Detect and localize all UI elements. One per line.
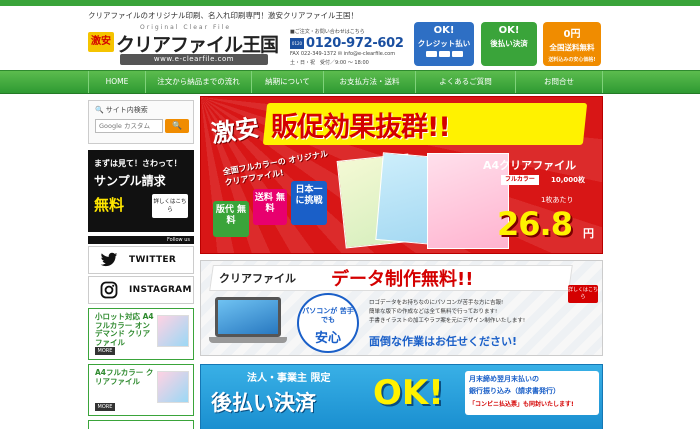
- laptop-base: [209, 337, 287, 343]
- hero-per-unit: 1枚あたり: [541, 196, 574, 204]
- data-title-main: データ制作無料!!: [331, 269, 474, 290]
- promo-a4-title: A4フルカラー クリアファイル: [95, 368, 154, 386]
- site-logo[interactable]: 激安 Original Clear File クリアファイル王国 www.e-c…: [88, 24, 284, 66]
- nav-payment[interactable]: お支払方法・送料: [324, 71, 416, 93]
- visa-card-icon: [425, 51, 437, 57]
- data-leave-it-to-us: 面倒な作業はお任せください!: [369, 335, 518, 348]
- data-line: 簡単な版下の作成などは全て無料で行っております!: [369, 309, 498, 315]
- nav-home[interactable]: HOME: [88, 71, 146, 93]
- postpay-main: 後払い決済: [211, 391, 316, 415]
- credit-ok: OK!: [433, 25, 455, 36]
- fax-email: FAX 022-349-1372 ✉ info@e-clearfile.com: [290, 51, 396, 57]
- reassurance-bubble: パソコンが 苦手でも 安心: [297, 293, 359, 353]
- instagram-link[interactable]: INSTAGRAM: [88, 276, 194, 304]
- instagram-label: INSTAGRAM: [129, 285, 192, 295]
- bubble-text: パソコンが 苦手でも: [302, 307, 354, 324]
- data-description: ロゴデータをお持ちなのにパソコンが苦手な方に吉報! 簡単な版下の作成などは全て無…: [369, 299, 599, 326]
- master-card-icon: [438, 51, 450, 57]
- postpay-corporate: 法人・事業主 限定: [247, 373, 331, 384]
- shipping-note: 送料込みの安心価格!: [548, 57, 596, 63]
- phone-number[interactable]: 0120-972-602: [306, 36, 404, 51]
- main-nav: HOME 注文から納品までの流れ 納期について お支払方法・送料 よくあるご質問…: [0, 70, 700, 94]
- business-hours: 土・日・祝 受付／9:00 ～ 18:00: [290, 60, 369, 66]
- hero-tag-shipping-free: 送料 無料: [253, 189, 287, 225]
- sample-request-banner[interactable]: まずは見て！さわって！ サンプル請求 無料 詳しくはこちら: [88, 150, 194, 232]
- credit-card-badge[interactable]: OK! クレジット払い: [414, 22, 474, 66]
- follow-us-bar: Follow us: [88, 236, 194, 244]
- top-accent-strip: [0, 0, 700, 6]
- postpay-detail-3: 「コンビニ払込票」も同封いたします!: [469, 401, 574, 408]
- hero-quantity: 10,000枚: [551, 176, 586, 184]
- postpay-detail-1: 月末締め翌月末払いの: [469, 375, 539, 383]
- nav-order-flow[interactable]: 注文から納品までの流れ: [146, 71, 252, 93]
- phone-row: 0120 0120-972-602: [290, 36, 404, 51]
- data-title-prefix: クリアファイル: [219, 272, 296, 285]
- free-dial-icon: 0120: [290, 38, 304, 49]
- hero-product-name: A4クリアファイル: [483, 159, 577, 172]
- postpay-detail-2: 銀行振り込み（請求書発行）: [469, 387, 560, 395]
- sample-line2: サンプル請求: [94, 174, 166, 188]
- search-input[interactable]: [95, 119, 163, 133]
- promo-ondemand-image: [157, 315, 189, 347]
- site-search: 🔍サイト内検索 🔍: [88, 100, 194, 144]
- postpay-details: 月末締め翌月末払いの 銀行振り込み（請求書発行） 「コンビニ払込票」も同封いたし…: [465, 371, 599, 415]
- search-heading-label: サイト内検索: [105, 106, 148, 114]
- free-shipping-badge[interactable]: 0円 全国送料無料 送料込みの安心価格!: [543, 22, 601, 66]
- site-tagline: クリアファイルのオリジナル印刷、名入れ印刷専門！激安クリアファイル王国！: [88, 11, 358, 20]
- card-brand-icons: [414, 51, 474, 57]
- hero-geki: 激安: [209, 113, 262, 149]
- hero-banner[interactable]: 激安 販促効果抜群!! 全面フルカラーの オリジナルクリアファイル! 版代 無料…: [200, 96, 603, 254]
- search-icon: 🔍: [95, 106, 104, 114]
- promo-third[interactable]: [88, 420, 194, 429]
- hero-tag-japan-best: 日本一 に挑戦: [291, 181, 327, 225]
- nav-items: HOME 注文から納品までの流れ 納期について お支払方法・送料 よくあるご質問…: [88, 71, 603, 93]
- hero-headline: 販促効果抜群!!: [271, 112, 451, 143]
- postpay-ok: OK!: [373, 373, 444, 413]
- promo-ondemand-title: 小ロット対応 A4フルカラー オンデマンド クリアファイル: [95, 312, 154, 347]
- promo-ondemand[interactable]: 小ロット対応 A4フルカラー オンデマンド クリアファイル MORE: [88, 308, 194, 360]
- postpay-banner[interactable]: 法人・事業主 限定 後払い決済 OK! 月末締め翌月末払いの 銀行振り込み（請求…: [200, 364, 603, 429]
- bubble-emphasis: 安心: [314, 331, 341, 346]
- twitter-icon: [99, 250, 119, 270]
- hero-tag-plate-free: 版代 無料: [213, 201, 249, 237]
- shipping-zero: 0円: [563, 29, 581, 40]
- data-line: 手書きイラストの加工やラフ案を元にデザイン制作いたします!: [369, 318, 526, 324]
- search-button[interactable]: 🔍: [165, 119, 189, 133]
- sample-free: 無料: [94, 196, 125, 214]
- postpay-ok: OK!: [498, 25, 520, 36]
- credit-label: クレジット払い: [417, 39, 471, 48]
- search-heading: 🔍 サイト内検索: [95, 105, 150, 115]
- twitter-label: TWITTER: [129, 255, 177, 265]
- laptop-icon: [209, 297, 287, 345]
- nav-delivery[interactable]: 納期について: [252, 71, 324, 93]
- promo-a4-more[interactable]: MORE: [95, 403, 115, 411]
- logo-name: クリアファイル王国: [116, 34, 279, 56]
- logo-url: www.e-clearfile.com: [120, 54, 268, 65]
- shipping-label: 全国送料無料: [549, 43, 595, 52]
- sample-detail-button[interactable]: 詳しくはこちら: [152, 194, 188, 218]
- nav-faq[interactable]: よくあるご質問: [416, 71, 516, 93]
- hero-yen: 円: [583, 227, 594, 240]
- postpay-label: 後払い決済: [490, 39, 528, 48]
- twitter-link[interactable]: TWITTER: [88, 246, 194, 274]
- promo-a4-image: [157, 371, 189, 403]
- hero-price: 26.8: [497, 205, 573, 243]
- promo-ondemand-more[interactable]: MORE: [95, 347, 115, 355]
- laptop-screen: [215, 297, 281, 337]
- contact-note: ■ご注文・お問い合わせはこちら: [290, 29, 365, 35]
- instagram-icon: [99, 280, 119, 300]
- promo-a4-fullcolor[interactable]: A4フルカラー クリアファイル MORE: [88, 364, 194, 416]
- contact-block: ■ご注文・お問い合わせはこちら 0120 0120-972-602 FAX 02…: [290, 28, 410, 66]
- data-production-banner[interactable]: クリアファイル データ制作無料!! 詳しくはこちら パソコンが 苦手でも 安心 …: [200, 260, 603, 356]
- nav-contact[interactable]: お問合せ: [516, 71, 603, 93]
- data-line: ロゴデータをお持ちなのにパソコンが苦手な方に吉報!: [369, 300, 504, 306]
- sample-line1: まずは見て！さわって！: [94, 159, 182, 168]
- logo-badge: 激安: [88, 32, 114, 52]
- jcb-card-icon: [451, 51, 463, 57]
- postpay-badge[interactable]: OK! 後払い決済: [481, 22, 537, 66]
- hero-fullcolor-label: フルカラー: [501, 175, 539, 185]
